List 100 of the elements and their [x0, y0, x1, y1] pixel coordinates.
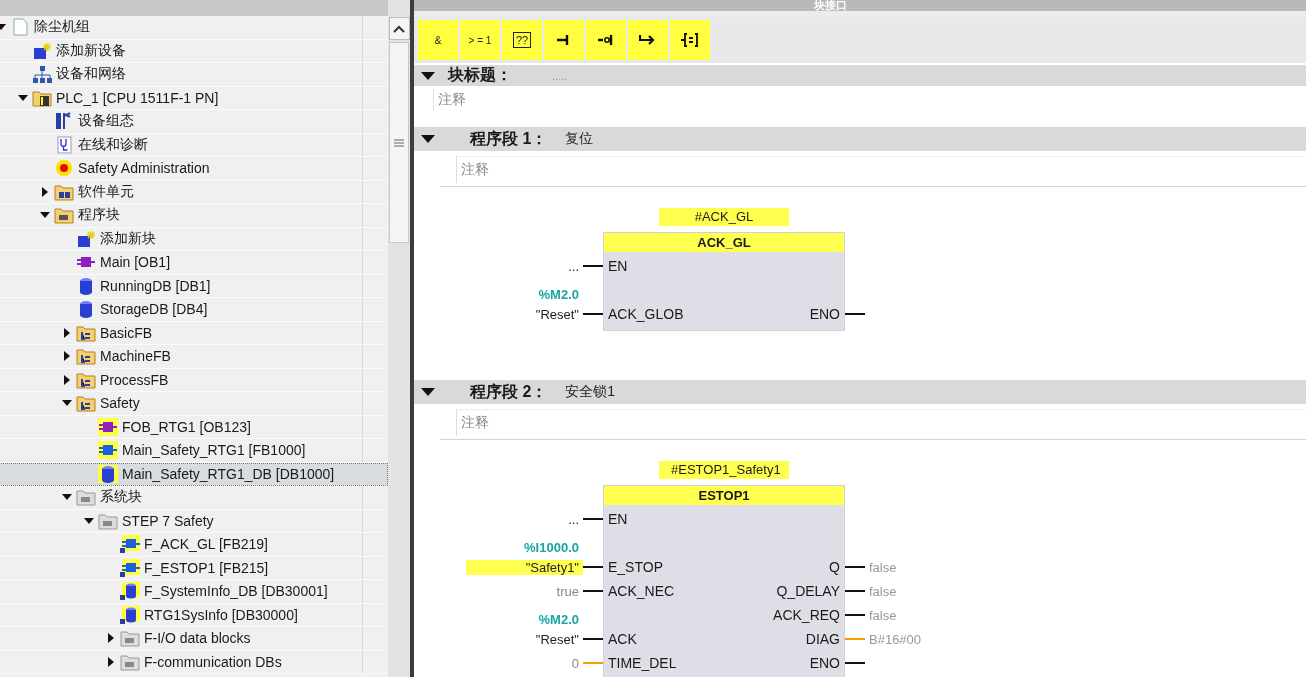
- collapse-arrow-icon[interactable]: [420, 134, 436, 144]
- toolbar-button[interactable]: [544, 20, 584, 60]
- tree-item[interactable]: Main [OB1]: [0, 251, 388, 275]
- wire-line: [845, 662, 865, 664]
- tree-item[interactable]: 添加新设备: [0, 39, 388, 63]
- scroll-up-button[interactable]: [388, 17, 410, 40]
- pin-label: ACK: [607, 631, 638, 647]
- tree-item[interactable]: Safety: [0, 392, 388, 416]
- folder-icon: [76, 370, 96, 389]
- network-title[interactable]: 安全锁1: [565, 383, 616, 401]
- operand-label: "Reset": [535, 631, 580, 647]
- operand-label: true: [556, 583, 580, 599]
- tree-item[interactable]: FOB_RTG1 [OB123]: [0, 415, 388, 439]
- database-icon: [120, 605, 140, 624]
- address-label: %M2.0: [538, 287, 580, 302]
- tree-item[interactable]: RunningDB [DB1]: [0, 274, 388, 298]
- folder-icon: [98, 511, 118, 530]
- toolbar-button[interactable]: [670, 20, 710, 60]
- pin-label: ACK_GLOB: [607, 306, 685, 322]
- tree-item[interactable]: F-communication DBs: [0, 650, 388, 674]
- tree-item[interactable]: Main_Safety_RTG1_DB [DB1000]: [0, 462, 388, 486]
- block-icon: [120, 535, 140, 554]
- negated-contact-icon: [597, 32, 615, 48]
- tree-item[interactable]: BasicFB: [0, 321, 388, 345]
- value-label: false: [868, 583, 897, 599]
- folder-icon: [76, 488, 96, 507]
- instance-label[interactable]: #ACK_GL: [659, 208, 789, 226]
- folder-icon: [76, 347, 96, 366]
- operand-label: "Reset": [535, 306, 580, 322]
- tree-item[interactable]: PLC_1 [CPU 1511F-1 PN]: [0, 86, 388, 110]
- function-block[interactable]: ACK_GL EN ACK_GLOB ENO: [603, 232, 845, 331]
- pin-label: ACK_REQ: [772, 607, 841, 623]
- address-label: %M2.0: [538, 612, 580, 627]
- tree-item[interactable]: 设备和网络: [0, 63, 388, 87]
- folder-icon: [120, 629, 140, 648]
- address-label: %I1000.0: [524, 540, 580, 555]
- network-icon: [32, 65, 52, 84]
- network-label: 程序段 2：: [470, 381, 548, 402]
- pin-label: TIME_DEL: [607, 655, 678, 671]
- block-title: ESTOP1: [604, 486, 844, 505]
- collapse-arrow-icon[interactable]: [420, 387, 436, 397]
- pin-label: E_STOP: [607, 559, 664, 575]
- value-label: false: [868, 559, 897, 575]
- tree-item[interactable]: Safety Administration: [0, 157, 388, 181]
- toolbar-button[interactable]: [628, 20, 668, 60]
- wire-line: [845, 614, 865, 616]
- wire-line: [845, 590, 865, 592]
- stethoscope-icon: [54, 135, 74, 154]
- pin-label: DIAG: [804, 631, 841, 647]
- network-label: 程序段 1：: [470, 128, 548, 149]
- value-label: B#16#00: [868, 631, 922, 647]
- tree-item[interactable]: 添加新块: [0, 227, 388, 251]
- instance-label[interactable]: #ESTOP1_Safety1: [659, 461, 789, 479]
- device-config-icon: [54, 112, 74, 131]
- function-block[interactable]: ESTOP1 EN E_STOP ACK_NEC ACK TIME_DEL Q Q_DELAY ACK_REQ DIAG ENO: [603, 485, 845, 677]
- toolbar-button[interactable]: ??: [502, 20, 542, 60]
- tree-item[interactable]: StorageDB [DB4]: [0, 298, 388, 322]
- tree-item[interactable]: STEP 7 Safety: [0, 509, 388, 533]
- scrollbar-thumb[interactable]: [389, 42, 409, 243]
- pin-label: ENO: [808, 655, 841, 671]
- comment-field[interactable]: 注释: [456, 156, 1306, 183]
- database-icon: [120, 582, 140, 601]
- tree-item[interactable]: 系统块: [0, 486, 388, 510]
- pin-label: ACK_NEC: [607, 583, 676, 599]
- document-icon: [10, 18, 30, 37]
- collapse-arrow-icon[interactable]: [420, 70, 436, 81]
- tree-item[interactable]: 设备组态: [0, 110, 388, 134]
- wire-line: [583, 638, 603, 640]
- operand-label: ...: [568, 258, 580, 274]
- plc-folder-icon: [32, 88, 52, 107]
- pin-label: Q: [828, 559, 841, 575]
- tree-item[interactable]: 在线和诊断: [0, 133, 388, 157]
- wire-line: [845, 566, 865, 568]
- grip-icon: [394, 138, 404, 147]
- tree-item[interactable]: ProcessFB: [0, 368, 388, 392]
- add-icon: [76, 229, 96, 248]
- tree-item[interactable]: 软件单元: [0, 180, 388, 204]
- comment-field[interactable]: 注释: [456, 409, 1306, 436]
- wire-line: [583, 518, 603, 520]
- tree-item[interactable]: F_ACK_GL [FB219]: [0, 533, 388, 557]
- operand-label: ...: [568, 511, 580, 527]
- wire-line: [583, 265, 603, 267]
- operand-label: 0: [571, 655, 580, 671]
- tree-item[interactable]: F_ESTOP1 [FB215]: [0, 556, 388, 580]
- comment-field[interactable]: 注释: [433, 89, 1303, 111]
- database-icon: [98, 464, 118, 483]
- value-label: false: [868, 607, 897, 623]
- toolbar-button[interactable]: &: [418, 20, 458, 60]
- tree-item[interactable]: F-I/O data blocks: [0, 627, 388, 651]
- tree-item[interactable]: Main_Safety_RTG1 [FB1000]: [0, 439, 388, 463]
- tree-item[interactable]: 程序块: [0, 204, 388, 228]
- tree-item[interactable]: 除尘机组: [0, 16, 388, 40]
- tree-item[interactable]: RTG1SysInfo [DB30000]: [0, 603, 388, 627]
- tree-item[interactable]: MachineFB: [0, 345, 388, 369]
- network-title[interactable]: 复位: [565, 130, 594, 148]
- toolbar-button[interactable]: > = 1: [460, 20, 500, 60]
- assignment-icon: [681, 32, 699, 48]
- tree-item[interactable]: F_SystemInfo_DB [DB30001]: [0, 580, 388, 604]
- toolbar-button[interactable]: [586, 20, 626, 60]
- add-icon: [32, 41, 52, 60]
